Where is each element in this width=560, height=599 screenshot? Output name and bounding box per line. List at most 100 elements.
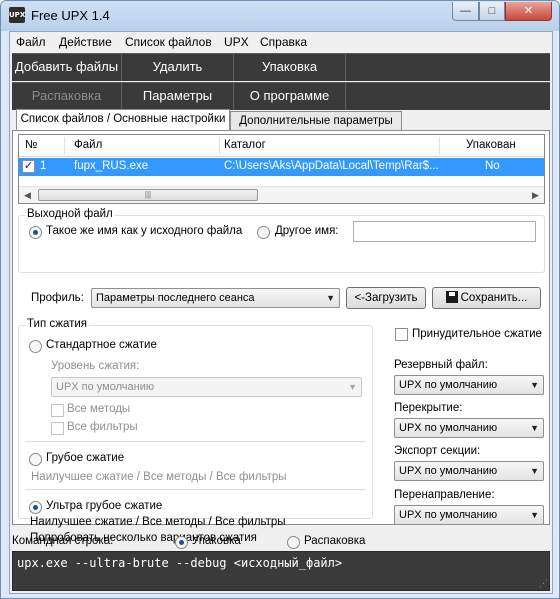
force-checkbox[interactable] xyxy=(395,328,408,341)
row-checkbox[interactable]: ✓ xyxy=(22,160,35,173)
level-value: UPX по умолчанию xyxy=(56,381,155,393)
upx-app-icon: UPX xyxy=(9,7,25,23)
brute-radio[interactable] xyxy=(29,453,42,466)
scroll-thumb[interactable]: ||| xyxy=(38,189,258,201)
toolbar-row-2: Распаковка Параметры О программе xyxy=(12,82,550,110)
brute-description: Наилучшее сжатие / Все методы / Все филь… xyxy=(31,471,287,483)
col-num[interactable]: № xyxy=(25,139,37,151)
col-divider xyxy=(219,137,220,155)
row-dir: C:\Users\Aks\AppData\Local\Temp\Rar$... xyxy=(224,160,439,172)
toolbar-row-1: Добавить файлы Удалить Упаковка xyxy=(12,53,550,81)
col-file[interactable]: Файл xyxy=(74,139,102,151)
tab-extra-params[interactable]: Дополнительные параметры xyxy=(230,111,402,131)
backup-value: UPX по умолчанию xyxy=(399,379,498,391)
overlay-select[interactable]: UPX по умолчанию ▼ xyxy=(394,418,544,438)
col-divider xyxy=(439,137,440,155)
cmd-pack-label[interactable]: Упаковка xyxy=(192,535,241,547)
load-profile-button[interactable]: <-Загрузить xyxy=(346,287,426,309)
tab-panel: № Файл Каталог Упакован ✓ 1 fupx_RUS.exe… xyxy=(12,130,550,544)
pack-button[interactable]: Упаковка xyxy=(234,54,346,81)
menu-action[interactable]: Действие xyxy=(59,35,112,49)
cmd-unpack-label[interactable]: Распаковка xyxy=(304,535,365,547)
redirect-label: Перенаправление: xyxy=(394,489,495,501)
app-window: UPX Free UPX 1.4 — □ ✕ Файл Действие Спи… xyxy=(0,0,560,599)
export-label: Экспорт секции: xyxy=(394,445,481,457)
row-file: fupx_RUS.exe xyxy=(74,160,149,172)
row-packed: No xyxy=(485,160,500,172)
level-label: Уровень сжатия: xyxy=(51,360,140,372)
grid-header: № Файл Каталог Упакован xyxy=(19,135,544,157)
profile-label: Профиль: xyxy=(31,292,84,304)
tab-file-list[interactable]: Список файлов / Основные настройки xyxy=(16,109,230,130)
add-files-button[interactable]: Добавить файлы xyxy=(12,54,122,81)
brute-label[interactable]: Грубое сжатие xyxy=(46,452,124,464)
delete-button[interactable]: Удалить xyxy=(122,54,234,81)
export-value: UPX по умолчанию xyxy=(399,465,498,477)
scroll-left-icon[interactable]: ◀ xyxy=(19,187,36,203)
overlay-value: UPX по умолчанию xyxy=(399,422,498,434)
table-row[interactable]: ✓ 1 fupx_RUS.exe C:\Users\Aks\AppData\Lo… xyxy=(19,158,544,176)
ultra-description-1: Наилучшее сжатие / Все методы / Все филь… xyxy=(30,516,286,528)
chevron-down-icon: ▼ xyxy=(530,510,539,520)
all-filters-checkbox[interactable] xyxy=(51,422,64,435)
menu-bar: Файл Действие Список файлов UPX Справка xyxy=(10,32,552,52)
standard-label[interactable]: Стандартное сжатие xyxy=(46,339,157,351)
profile-value: Параметры последнего сеанса xyxy=(96,292,255,304)
other-name-label[interactable]: Другое имя: xyxy=(275,225,339,237)
overlay-label: Перекрытие: xyxy=(394,402,463,414)
resize-grip-icon[interactable]: ⋰ xyxy=(539,579,548,589)
compression-group: Тип сжатия Стандартное сжатие Уровень сж… xyxy=(18,318,373,519)
profile-select[interactable]: Параметры последнего сеанса ▼ xyxy=(91,288,340,308)
ultra-label[interactable]: Ультра грубое сжатие xyxy=(46,500,162,512)
col-dir[interactable]: Каталог xyxy=(224,139,266,151)
chevron-down-icon: ▼ xyxy=(530,380,539,390)
save-profile-button[interactable]: Сохранить... xyxy=(432,287,541,309)
menu-upx[interactable]: UPX xyxy=(224,35,249,49)
chevron-down-icon: ▼ xyxy=(530,466,539,476)
menu-file-list[interactable]: Список файлов xyxy=(125,35,212,49)
backup-label: Резервный файл: xyxy=(394,359,488,371)
command-label: Командная строка: xyxy=(12,535,114,547)
row-num: 1 xyxy=(40,160,47,172)
level-select[interactable]: UPX по умолчанию ▼ xyxy=(51,377,362,397)
maximize-button[interactable]: □ xyxy=(479,2,505,21)
col-packed[interactable]: Упакован xyxy=(466,139,516,151)
unpack-button[interactable]: Распаковка xyxy=(12,83,122,110)
redirect-select[interactable]: UPX по умолчанию ▼ xyxy=(394,505,544,525)
title-bar[interactable]: UPX Free UPX 1.4 — □ ✕ xyxy=(1,1,559,31)
command-text: upx.exe --ultra-brute --debug <исходный_… xyxy=(17,556,343,570)
export-select[interactable]: UPX по умолчанию ▼ xyxy=(394,461,544,481)
divider xyxy=(25,441,365,442)
horizontal-scrollbar[interactable]: ◀ ||| ▶ xyxy=(19,186,544,203)
parameters-button[interactable]: Параметры xyxy=(122,83,234,110)
same-name-label[interactable]: Такое же имя как у исходного файла xyxy=(46,225,242,237)
about-button[interactable]: О программе xyxy=(234,83,346,110)
close-button[interactable]: ✕ xyxy=(505,2,552,21)
client-area: Файл Действие Список файлов UPX Справка … xyxy=(9,31,553,594)
redirect-value: UPX по умолчанию xyxy=(399,509,498,521)
all-methods-label[interactable]: Все методы xyxy=(67,403,130,415)
chevron-down-icon: ▼ xyxy=(348,382,357,392)
minimize-button[interactable]: — xyxy=(452,2,479,21)
floppy-disk-icon xyxy=(445,291,458,303)
force-label[interactable]: Принудительное сжатие xyxy=(412,328,542,340)
same-name-radio[interactable] xyxy=(29,226,42,239)
menu-help[interactable]: Справка xyxy=(260,35,307,49)
command-line-output[interactable]: upx.exe --ultra-brute --debug <исходный_… xyxy=(12,551,550,591)
output-file-group: Выходной файл Такое же имя как у исходно… xyxy=(18,208,545,273)
backup-select[interactable]: UPX по умолчанию ▼ xyxy=(394,375,544,395)
all-methods-checkbox[interactable] xyxy=(51,404,64,417)
save-profile-label: Сохранить... xyxy=(460,292,528,304)
all-filters-label[interactable]: Все фильтры xyxy=(67,421,138,433)
file-grid: № Файл Каталог Упакован ✓ 1 fupx_RUS.exe… xyxy=(18,134,545,204)
ultra-radio[interactable] xyxy=(29,501,42,514)
scroll-right-icon[interactable]: ▶ xyxy=(527,187,544,203)
cmd-unpack-radio[interactable] xyxy=(287,536,300,549)
menu-file[interactable]: Файл xyxy=(16,35,46,49)
other-name-input[interactable] xyxy=(353,221,536,242)
col-divider xyxy=(64,137,65,155)
compression-legend: Тип сжатия xyxy=(25,318,89,330)
cmd-pack-radio[interactable] xyxy=(175,536,188,549)
standard-radio[interactable] xyxy=(29,340,42,353)
other-name-radio[interactable] xyxy=(257,226,270,239)
